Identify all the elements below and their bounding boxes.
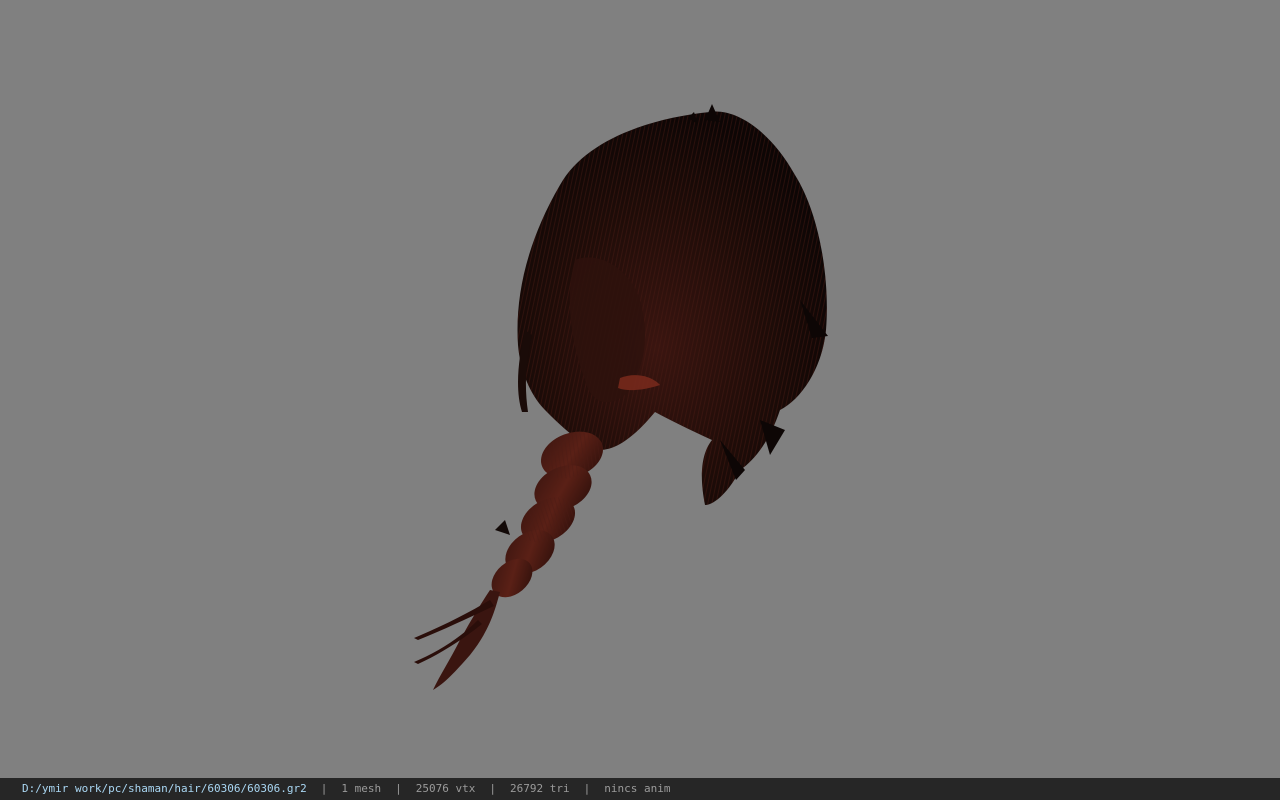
triangle-count: 26792 tri — [510, 782, 570, 795]
animation-status: nincs anim — [604, 782, 671, 795]
mesh-count: 1 mesh — [341, 782, 382, 795]
separator: | — [489, 782, 497, 795]
file-path: D:/ymir work/pc/shaman/hair/60306/60306.… — [22, 782, 307, 795]
separator: | — [395, 782, 402, 795]
status-bar: D:/ymir work/pc/shaman/hair/60306/60306.… — [0, 778, 1280, 800]
hair-model-render — [414, 104, 828, 690]
separator: | — [320, 782, 328, 795]
braid — [414, 431, 603, 690]
separator: | — [583, 782, 591, 795]
3d-viewport[interactable] — [0, 0, 1280, 778]
vertex-count: 25076 vtx — [415, 782, 476, 795]
